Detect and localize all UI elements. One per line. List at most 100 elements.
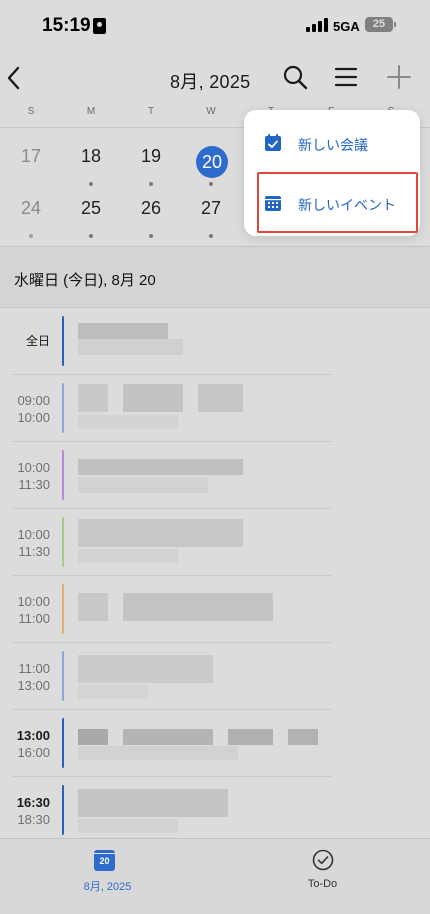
event-color-bar <box>62 316 64 366</box>
calendar-check-icon <box>265 134 281 151</box>
search-icon[interactable] <box>282 64 308 90</box>
tab-calendar[interactable]: 20 8月, 2025 <box>0 839 215 914</box>
today-number: 20 <box>196 146 228 178</box>
all-day-label: 全日 <box>25 334 50 348</box>
event-start-time: 10:00 <box>17 527 50 542</box>
redacted-event-title <box>123 593 273 621</box>
network-label: 5GA <box>333 19 360 34</box>
agenda-event[interactable]: 10:00 11:30 <box>0 509 430 576</box>
day-number: 24 <box>20 198 42 218</box>
redacted-event-title <box>78 459 243 475</box>
redacted-event-title <box>123 384 183 412</box>
redacted-event-title <box>78 519 243 547</box>
redacted-event-title <box>288 729 318 745</box>
redacted-event-detail <box>78 685 148 699</box>
event-end-time: 11:00 <box>18 611 50 626</box>
event-dot <box>149 234 153 238</box>
event-start-time: 09:00 <box>17 393 50 408</box>
weekday-label: S <box>27 106 35 117</box>
day-cell[interactable]: 25 <box>61 184 121 238</box>
tab-todo-label: To-Do <box>307 878 338 890</box>
event-color-bar <box>62 517 64 567</box>
redacted-event-title <box>198 384 243 412</box>
event-dot <box>29 234 33 238</box>
calendar-header: 8月, 2025 <box>0 52 430 102</box>
day-cell[interactable]: 26 <box>121 184 181 238</box>
agenda-event[interactable]: 11:00 13:00 <box>0 643 430 710</box>
redacted-event-title <box>123 729 213 745</box>
weekday-label: W <box>206 106 216 117</box>
redacted-event-title <box>78 323 168 339</box>
event-color-bar <box>62 785 64 835</box>
agenda-list: 全日 09:00 10:00 10:00 11:30 10:00 11:30 1… <box>0 308 430 838</box>
event-color-bar <box>62 718 64 768</box>
redacted-event-title <box>78 789 228 817</box>
day-cell[interactable]: 24 <box>1 184 61 238</box>
event-end-time: 10:00 <box>17 410 50 425</box>
day-number: 26 <box>140 198 162 218</box>
signal-icon <box>306 18 328 32</box>
day-number: 25 <box>80 198 102 218</box>
event-start-time: 16:30 <box>16 795 50 810</box>
calendar-icon: 20 <box>94 850 115 871</box>
redacted-event-title <box>78 729 108 745</box>
bottom-tab-bar: 20 8月, 2025 To-Do <box>0 838 430 914</box>
redacted-event-detail <box>78 339 183 355</box>
event-color-bar <box>62 450 64 500</box>
status-time: 15:19 <box>42 15 91 36</box>
event-dot <box>89 234 93 238</box>
redacted-event-title <box>78 384 108 412</box>
day-cell[interactable]: 27 <box>181 184 241 238</box>
event-end-time: 11:30 <box>18 544 50 559</box>
day-cell[interactable]: 18 <box>61 132 121 186</box>
event-color-bar <box>62 584 64 634</box>
event-color-bar <box>62 651 64 701</box>
agenda-day-header: 水曜日 (今日), 8月 20 <box>0 246 430 308</box>
day-number: 18 <box>80 146 102 166</box>
agenda-event[interactable]: 10:00 11:00 <box>0 576 430 643</box>
add-icon[interactable] <box>386 64 412 90</box>
day-number: 17 <box>20 146 42 166</box>
new-meeting-menu-item[interactable]: 新しい会議 <box>244 114 420 172</box>
agenda-event[interactable]: 全日 <box>0 308 430 375</box>
redacted-event-title <box>228 729 273 745</box>
tab-todo[interactable]: To-Do <box>215 839 430 914</box>
agenda-event[interactable]: 10:00 11:30 <box>0 442 430 509</box>
weekday-label: T <box>147 106 155 117</box>
day-number: 27 <box>200 198 222 218</box>
redacted-event-detail <box>78 819 178 833</box>
event-end-time: 13:00 <box>17 678 50 693</box>
event-dot <box>209 234 213 238</box>
event-end-time: 11:30 <box>18 477 50 492</box>
month-title[interactable]: 8月, 2025 <box>170 68 250 94</box>
day-cell-today[interactable]: 20 <box>181 132 241 186</box>
status-bar: 15:19 5GA 25 <box>0 0 430 52</box>
back-chevron-icon[interactable] <box>2 64 26 92</box>
event-start-time: 11:00 <box>18 661 50 676</box>
event-start-time: 13:00 <box>16 728 50 743</box>
new-meeting-label: 新しい会議 <box>298 137 368 153</box>
agenda-event[interactable]: 09:00 10:00 <box>0 375 430 442</box>
menu-icon[interactable] <box>334 65 358 89</box>
redacted-event-detail <box>78 477 208 493</box>
event-start-time: 10:00 <box>17 594 50 609</box>
redacted-event-title <box>78 593 108 621</box>
agenda-event[interactable]: 16:30 18:30 <box>0 777 430 844</box>
contact-card-icon <box>93 18 106 34</box>
agenda-day-title: 水曜日 (今日), 8月 20 <box>14 272 156 289</box>
day-number: 19 <box>140 146 162 166</box>
redacted-event-detail <box>78 415 178 429</box>
highlight-box <box>257 172 418 233</box>
day-cell[interactable]: 19 <box>121 132 181 186</box>
day-cell[interactable]: 17 <box>1 132 61 184</box>
redacted-event-title <box>78 655 213 683</box>
redacted-event-detail <box>78 549 178 563</box>
event-end-time: 16:00 <box>17 745 50 760</box>
event-start-time: 10:00 <box>17 460 50 475</box>
agenda-event[interactable]: 13:00 16:00 <box>0 710 430 777</box>
event-color-bar <box>62 383 64 433</box>
redacted-event-detail <box>78 746 238 760</box>
event-end-time: 18:30 <box>17 812 50 827</box>
weekday-label: M <box>86 106 96 117</box>
check-circle-icon <box>312 849 334 871</box>
